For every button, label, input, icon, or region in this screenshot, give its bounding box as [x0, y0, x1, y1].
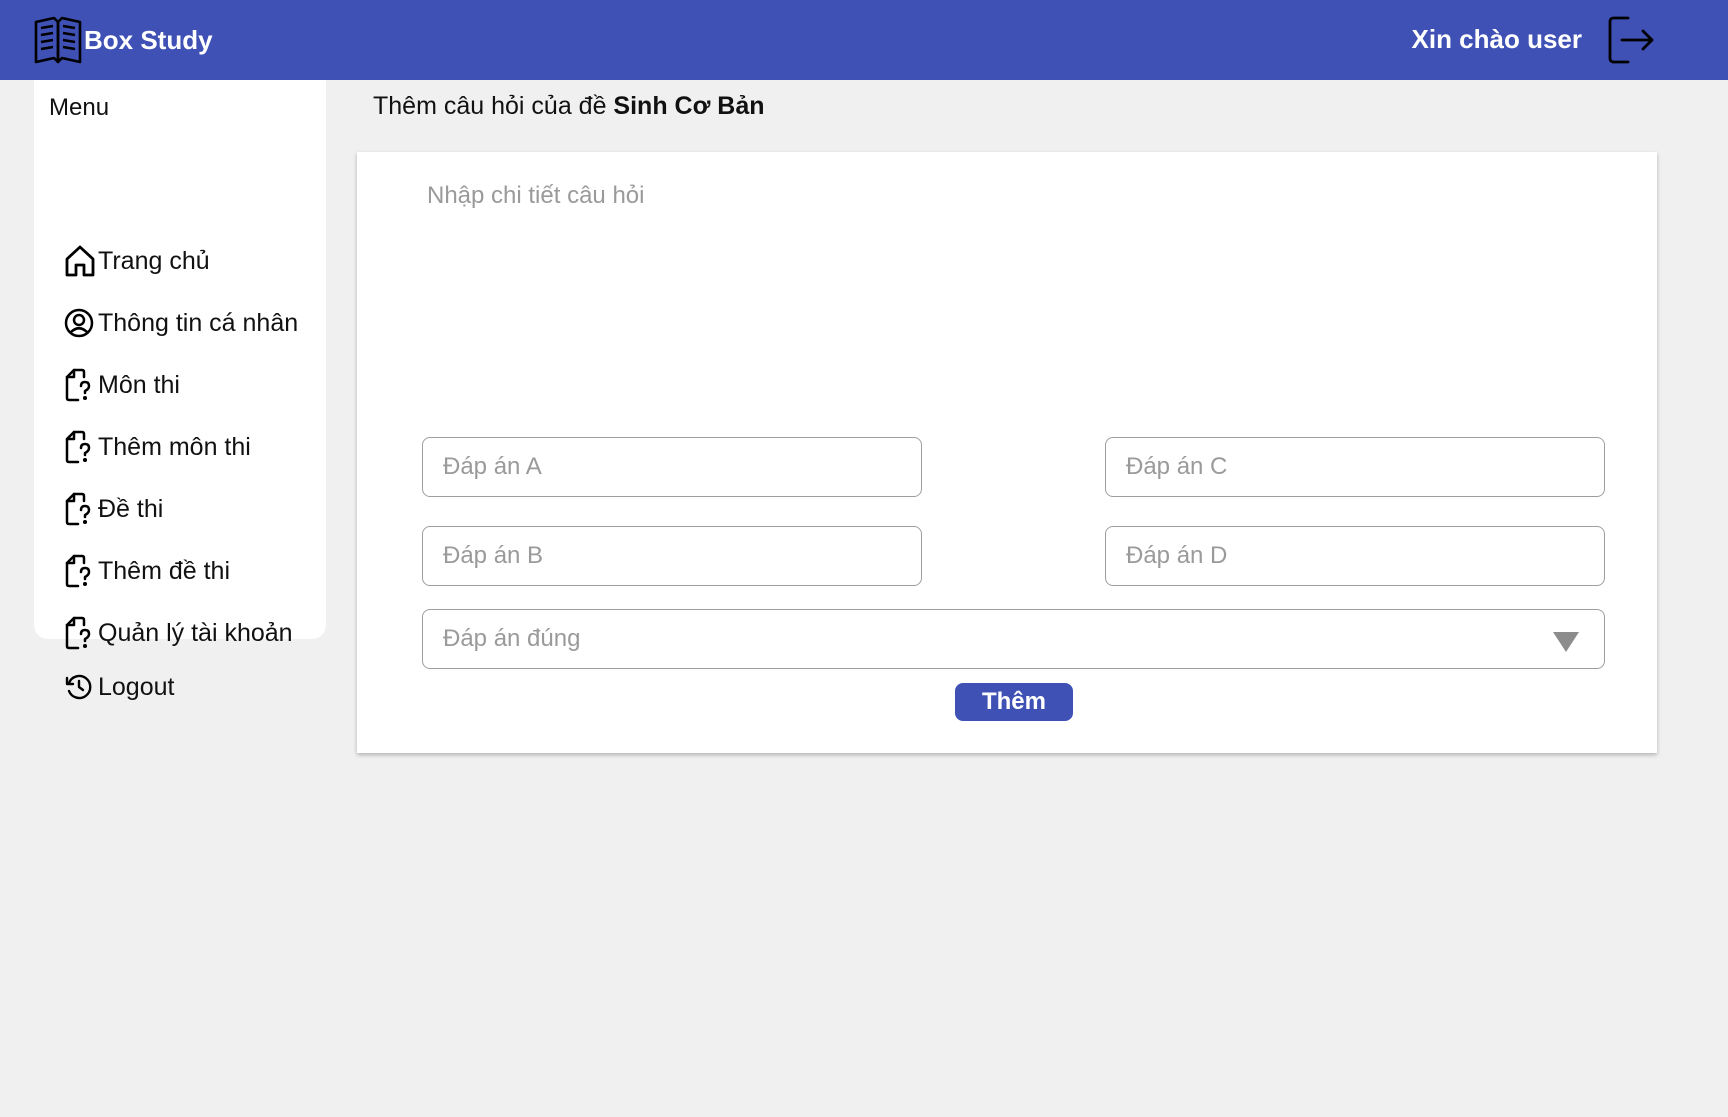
sidebar-item-subjects[interactable]: Môn thi — [64, 366, 180, 404]
sidebar-item-logout[interactable]: Logout — [64, 668, 174, 706]
sidebar-item-account-management[interactable]: Quản lý tài khoản — [64, 614, 293, 652]
sidebar-item-label: Môn thi — [98, 370, 180, 399]
answer-d-input[interactable] — [1105, 526, 1605, 586]
question-textarea[interactable] — [413, 172, 1593, 412]
user-circle-icon — [64, 304, 98, 342]
sidebar-item-add-exam[interactable]: Thêm đề thi — [64, 552, 230, 590]
correct-answer-placeholder: Đáp án đúng — [443, 625, 581, 652]
document-question-icon — [64, 614, 98, 652]
page-title-prefix: Thêm câu hỏi của đề — [373, 92, 614, 120]
answer-c-input[interactable] — [1105, 437, 1605, 497]
sidebar-item-label: Trang chủ — [98, 246, 210, 275]
brand-name: Box Study — [84, 24, 213, 55]
sidebar-item-label: Thêm môn thi — [98, 432, 251, 461]
sidebar-item-exams[interactable]: Đề thi — [64, 490, 163, 528]
page-title: Thêm câu hỏi của đề Sinh Cơ Bản — [373, 92, 765, 121]
brand[interactable]: Box Study — [32, 14, 213, 66]
sidebar-item-add-subject[interactable]: Thêm môn thi — [64, 428, 251, 466]
add-question-button[interactable]: Thêm — [955, 683, 1073, 721]
document-question-icon — [64, 428, 98, 466]
document-question-icon — [64, 490, 98, 528]
logout-arrow-icon — [1608, 16, 1654, 64]
answer-b-input[interactable] — [422, 526, 922, 586]
greeting-text: Xin chào user — [1411, 24, 1583, 54]
logout-button[interactable] — [1604, 14, 1656, 66]
book-icon — [34, 16, 82, 64]
sidebar-item-label: Đề thi — [98, 494, 164, 523]
sidebar-item-label: Quản lý tài khoản — [98, 618, 293, 647]
question-form-card: Đáp án đúng Thêm — [357, 152, 1657, 753]
menu-title: Menu — [49, 94, 110, 121]
home-icon — [64, 242, 98, 280]
top-bar: Box Study Xin chào user — [0, 0, 1728, 80]
sidebar-item-profile[interactable]: Thông tin cá nhân — [64, 304, 298, 342]
history-icon — [64, 668, 98, 706]
sidebar-item-label: Thông tin cá nhân — [98, 308, 299, 337]
dropdown-arrow-icon — [1553, 632, 1579, 652]
correct-answer-select[interactable]: Đáp án đúng — [422, 609, 1605, 669]
sidebar-item-label: Logout — [98, 672, 175, 701]
document-question-icon — [64, 552, 98, 590]
sidebar: Menu Trang chủ Thông tin cá nhân Môn thi… — [34, 80, 326, 701]
sidebar-item-home[interactable]: Trang chủ — [64, 242, 210, 280]
answer-a-input[interactable] — [422, 437, 922, 497]
document-question-icon — [64, 366, 98, 404]
sidebar-item-label: Thêm đề thi — [98, 556, 231, 585]
exam-name: Sinh Cơ Bản — [613, 92, 765, 120]
